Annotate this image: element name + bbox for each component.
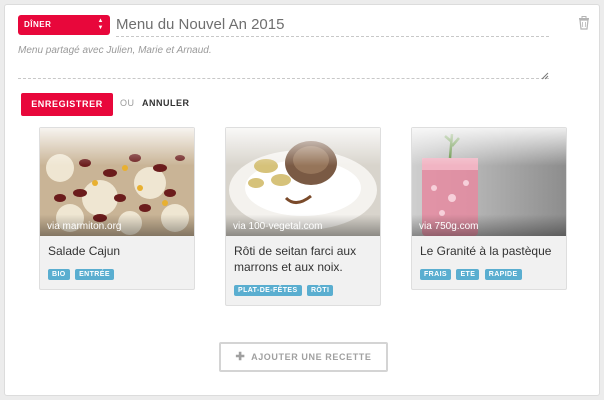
menu-description-textarea[interactable]: Menu partagé avec Julien, Marie et Arnau… <box>18 43 549 79</box>
cancel-link[interactable]: ANNULER <box>142 98 190 108</box>
recipe-image: via 750g.com <box>412 128 566 236</box>
meal-type-value: DÎNER <box>24 20 52 29</box>
menu-panel: DÎNER ▲ ▼ Menu du Nouvel An 2015 Menu par… <box>4 4 600 396</box>
add-recipe-button[interactable]: ✚ AJOUTER UNE RECETTE <box>219 342 388 372</box>
tag-badge[interactable]: ENTRÉE <box>75 269 114 280</box>
recipe-tags: BIO ENTRÉE <box>40 259 194 289</box>
tag-badge[interactable]: PLAT-DE-FÊTES <box>234 285 302 296</box>
add-recipe-label: AJOUTER UNE RECETTE <box>251 352 372 362</box>
recipe-source: via 750g.com <box>419 221 479 232</box>
tag-badge[interactable]: ETE <box>456 269 480 280</box>
recipe-image: via 100-vegetal.com <box>226 128 380 236</box>
recipe-tags: FRAIS ETE RAPIDE <box>412 259 566 289</box>
tag-badge[interactable]: RAPIDE <box>484 269 522 280</box>
or-label: OU <box>120 98 135 108</box>
recipe-source: via 100-vegetal.com <box>233 221 323 232</box>
recipe-name[interactable]: Le Granité à la pastèque <box>412 236 566 259</box>
recipe-name[interactable]: Salade Cajun <box>40 236 194 259</box>
recipe-source: via marmiton.org <box>47 221 122 232</box>
recipe-name[interactable]: Rôti de seitan farci aux marrons et aux … <box>226 236 380 275</box>
recipe-image: via marmiton.org <box>40 128 194 236</box>
plus-icon: ✚ <box>235 351 246 363</box>
tag-badge[interactable]: RÔTI <box>306 285 334 296</box>
sort-arrows-icon: ▲ ▼ <box>97 18 104 31</box>
recipe-tags: PLAT-DE-FÊTES RÔTI <box>226 275 380 305</box>
tag-badge[interactable]: BIO <box>48 269 70 280</box>
recipe-card[interactable]: via 100-vegetal.com Rôti de seitan farci… <box>225 127 381 306</box>
resize-handle-icon[interactable] <box>541 67 549 80</box>
trash-icon[interactable] <box>578 16 590 30</box>
recipe-card[interactable]: via marmiton.org Salade Cajun BIO ENTRÉE <box>39 127 195 290</box>
recipe-card[interactable]: via 750g.com Le Granité à la pastèque FR… <box>411 127 567 290</box>
meal-type-select[interactable]: DÎNER ▲ ▼ <box>18 15 110 35</box>
tag-badge[interactable]: FRAIS <box>420 269 451 280</box>
save-button[interactable]: ENREGISTRER <box>21 93 113 116</box>
menu-title-input[interactable]: Menu du Nouvel An 2015 <box>116 15 549 37</box>
